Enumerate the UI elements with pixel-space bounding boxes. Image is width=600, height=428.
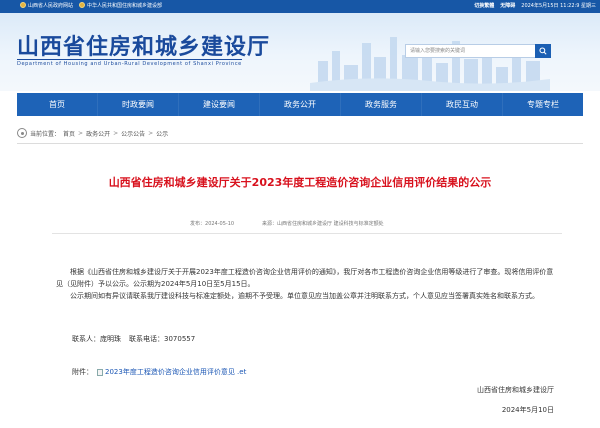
nav-item-special-topics[interactable]: 专题专栏 bbox=[502, 93, 583, 116]
breadcrumb-item-home[interactable]: 首页 bbox=[63, 129, 75, 138]
signature-date: 2024年5月10日 bbox=[501, 406, 554, 414]
article-paragraph: 根据《山西省住房和城乡建设厅关于开展2023年度工程造价咨询企业信用评价的通知》… bbox=[56, 268, 554, 288]
top-link-mohurd[interactable]: 中华人民共和国住房和城乡建设部 bbox=[79, 0, 162, 13]
nav-item-interaction[interactable]: 政民互动 bbox=[421, 93, 502, 116]
contact-person: 联系人：庞明珠 bbox=[72, 335, 121, 343]
main-nav: 首页 时政要闻 建设要闻 政务公开 政务服务 政民互动 专题专栏 bbox=[17, 93, 583, 116]
article-source: 来源：山西省住房和城乡建设厅 建设科技与标准定额处 bbox=[262, 220, 384, 227]
top-right: 切换繁體 无障碍 2024年5月15日 11:22:9 星期三 bbox=[474, 0, 596, 13]
nav-item-construction-news[interactable]: 建设要闻 bbox=[178, 93, 259, 116]
source-label: 来源： bbox=[262, 221, 278, 227]
article-date: 发布：2024-05-10 bbox=[190, 220, 234, 227]
breadcrumb-item-gov-affairs[interactable]: 政务公开 bbox=[86, 129, 110, 138]
date-label: 发布： bbox=[190, 221, 206, 227]
search-button[interactable] bbox=[535, 44, 551, 58]
signature-block: 山西省住房和城乡建设厅 2024年5月10日 bbox=[477, 383, 554, 417]
national-emblem-icon bbox=[20, 2, 26, 8]
switch-traditional-link[interactable]: 切换繁體 bbox=[474, 0, 494, 13]
site-title[interactable]: 山西省住房和城乡建设厅 bbox=[17, 29, 270, 61]
breadcrumb-separator: > bbox=[113, 129, 119, 137]
date-value: 2024-05-10 bbox=[205, 221, 235, 227]
attachment-row: 附件： 2023年度工程造价咨询企业信用评价意见 .et bbox=[72, 367, 246, 377]
nav-item-current-affairs[interactable]: 时政要闻 bbox=[97, 93, 178, 116]
article-title: 山西省住房和城乡建设厅关于2023年度工程造价咨询企业信用评价结果的公示 bbox=[108, 176, 492, 189]
top-links: 山西省人民政府网站 中华人民共和国住房和城乡建设部 bbox=[20, 0, 162, 13]
site-subtitle: Department of Housing and Urban-Rural De… bbox=[17, 59, 242, 67]
nav-item-gov-affairs-open[interactable]: 政务公开 bbox=[259, 93, 340, 116]
search-input[interactable] bbox=[410, 45, 530, 57]
search-box bbox=[405, 44, 551, 58]
contact-phone: 联系电话：3070557 bbox=[129, 335, 196, 343]
top-bar: 山西省人民政府网站 中华人民共和国住房和城乡建设部 切换繁體 无障碍 2024年… bbox=[0, 0, 600, 13]
site-banner: 山西省住房和城乡建设厅 Department of Housing and Ur… bbox=[0, 13, 600, 91]
attachment-link[interactable]: 2023年度工程造价咨询企业信用评价意见 .et bbox=[105, 367, 246, 377]
attachment-label: 附件： bbox=[72, 368, 93, 376]
page: 山西省人民政府网站 中华人民共和国住房和城乡建设部 切换繁體 无障碍 2024年… bbox=[0, 0, 600, 428]
breadcrumb-divider bbox=[17, 143, 583, 144]
accessibility-link[interactable]: 无障碍 bbox=[500, 0, 515, 13]
contact-info: 联系人：庞明珠 联系电话：3070557 bbox=[72, 334, 195, 344]
breadcrumb: 当前位置： 首页 > 政务公开 > 公示公告 > 公示 bbox=[17, 127, 168, 139]
datetime: 2024年5月15日 11:22:9 星期三 bbox=[521, 3, 596, 9]
skyline-illustration bbox=[310, 37, 550, 91]
meta-divider bbox=[52, 233, 562, 234]
breadcrumb-item-announcements[interactable]: 公示公告 bbox=[121, 129, 145, 138]
article-paragraph: 公示期间如有异议请联系我厅建设科技与标准定额处，逾期不予受理。单位意见应当加盖公… bbox=[70, 292, 539, 300]
breadcrumb-item-notice[interactable]: 公示 bbox=[156, 129, 168, 138]
breadcrumb-separator: > bbox=[148, 129, 154, 137]
location-pin-icon bbox=[17, 128, 27, 138]
breadcrumb-separator: > bbox=[78, 129, 84, 137]
breadcrumb-prefix: 当前位置： bbox=[30, 130, 61, 138]
source-value: 山西省住房和城乡建设厅 建设科技与标准定额处 bbox=[277, 221, 384, 227]
national-emblem-icon bbox=[79, 2, 86, 8]
nav-item-home[interactable]: 首页 bbox=[17, 93, 97, 116]
nav-item-gov-services[interactable]: 政务服务 bbox=[340, 93, 421, 116]
search-icon bbox=[539, 47, 547, 55]
file-icon bbox=[97, 368, 103, 376]
signature-org: 山西省住房和城乡建设厅 bbox=[477, 386, 554, 394]
top-link-shanxi-gov[interactable]: 山西省人民政府网站 bbox=[20, 0, 73, 13]
article-body: 根据《山西省住房和城乡建设厅关于开展2023年度工程造价咨询企业信用评价的通知》… bbox=[56, 266, 556, 302]
